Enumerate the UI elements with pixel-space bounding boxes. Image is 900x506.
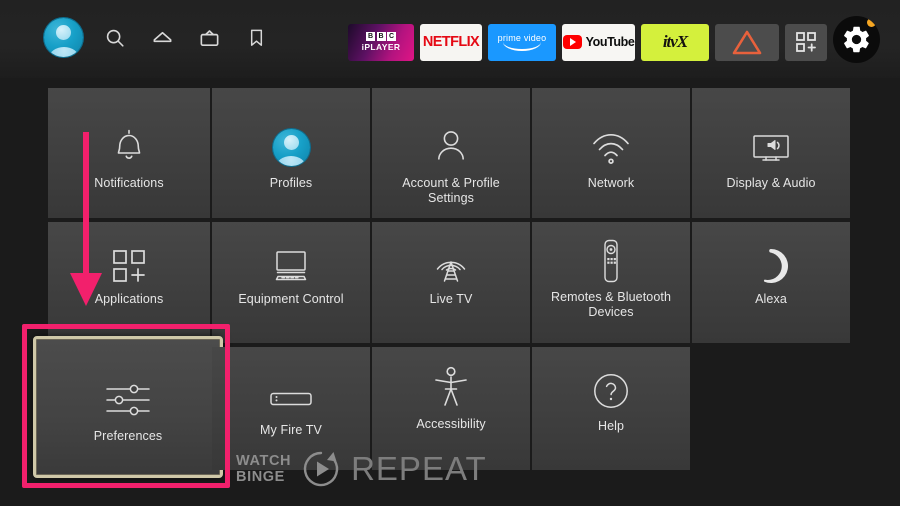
repeat-play-icon [303,451,339,487]
avatar-body [48,47,79,57]
wifi-icon [589,108,633,166]
watermark-wordmark-stack: WATCH BINGE [236,453,291,485]
settings-notification-dot [867,18,876,27]
tile-label: Alexa [755,292,787,306]
live-tv-icon[interactable] [194,23,224,53]
tv-speaker-icon [749,108,793,166]
youtube-play-icon [562,35,582,49]
watermark: WATCH BINGE REPEAT [236,448,487,490]
tile-equipment-control[interactable]: Equipment Control [212,222,370,343]
avatar-body [276,156,306,166]
app-tile-bbc-iplayer[interactable]: B B C iPLAYER [348,23,414,61]
tile-label: Live TV [429,292,473,306]
watermark-line-1: WATCH [236,453,292,469]
tile-label: Account & Profile Settings [402,176,500,205]
alexa-ring-icon [751,236,791,286]
bbc-block-1: B [366,32,375,41]
app-tile-netflix[interactable]: NETFLIX [420,23,482,61]
tile-label: Preferences [93,429,163,443]
antenna-icon [430,236,472,286]
tile-preferences[interactable]: Preferences [33,336,223,478]
avatar-head [283,135,299,151]
annotation-arrow-icon [70,132,102,306]
youtube-wordmark: YouTube [585,35,635,49]
tile-alexa[interactable]: Alexa [692,222,850,343]
primary-nav-icons [44,18,271,57]
tile-help[interactable]: Help [532,347,690,470]
bbc-blocks: B B C [366,32,396,41]
remote-icon [599,234,623,284]
tile-live-tv[interactable]: Live TV [372,222,530,343]
bbc-block-2: B [376,32,386,41]
fire-tv-settings-screen: B B C iPLAYER NETFLIX prime video YouTub… [0,0,900,506]
tile-label: Display & Audio [726,176,816,190]
tile-label: Help [597,419,625,433]
monitor-icon [269,236,313,286]
settings-gear-icon[interactable] [833,16,880,63]
search-icon[interactable] [100,23,130,53]
prime-smile-swoosh [503,42,541,51]
tile-profiles[interactable]: Profiles [212,88,370,218]
tile-network[interactable]: Network [532,88,690,218]
tile-label: Equipment Control [238,292,344,306]
avatar-head [56,24,71,40]
tile-remotes-bluetooth-devices[interactable]: Remotes & Bluetooth Devices [532,222,690,343]
app-tile-triangle[interactable] [715,23,779,61]
person-icon [433,108,469,166]
bookmark-icon[interactable] [241,23,271,53]
watermark-repeat-text: REPEAT [351,450,487,487]
profile-avatar[interactable] [44,18,83,57]
tile-account-profile-settings[interactable]: Account & Profile Settings [372,88,530,218]
app-tile-itvx[interactable]: itvX [641,23,709,61]
app-grid-icon [109,236,149,286]
bbc-block-3: C [387,32,396,41]
firestick-icon [268,363,314,409]
iplayer-wordmark: iPLAYER [361,42,401,52]
accessibility-icon [432,359,470,409]
tile-label: Remotes & Bluetooth Devices [550,290,672,319]
tile-label: Network [587,176,635,190]
sliders-icon [103,365,153,417]
question-mark-icon [591,361,631,411]
app-tile-prime-video[interactable]: prime video [488,23,556,61]
tile-label: My Fire TV [260,423,322,437]
top-navigation-bar: B B C iPLAYER NETFLIX prime video YouTub… [0,0,900,78]
profile-avatar-icon [272,108,310,166]
tile-display-audio[interactable]: Display & Audio [692,88,850,218]
app-tile-app-library[interactable] [785,23,827,61]
tile-label: Accessibility [416,417,486,431]
app-shortcuts-row: B B C iPLAYER NETFLIX prime video YouTub… [348,16,880,63]
tile-label: Profiles [269,176,313,190]
watermark-line-2: BINGE [236,469,285,485]
app-tile-youtube[interactable]: YouTube [562,23,635,61]
home-icon[interactable] [147,23,177,53]
bell-icon [111,108,147,166]
